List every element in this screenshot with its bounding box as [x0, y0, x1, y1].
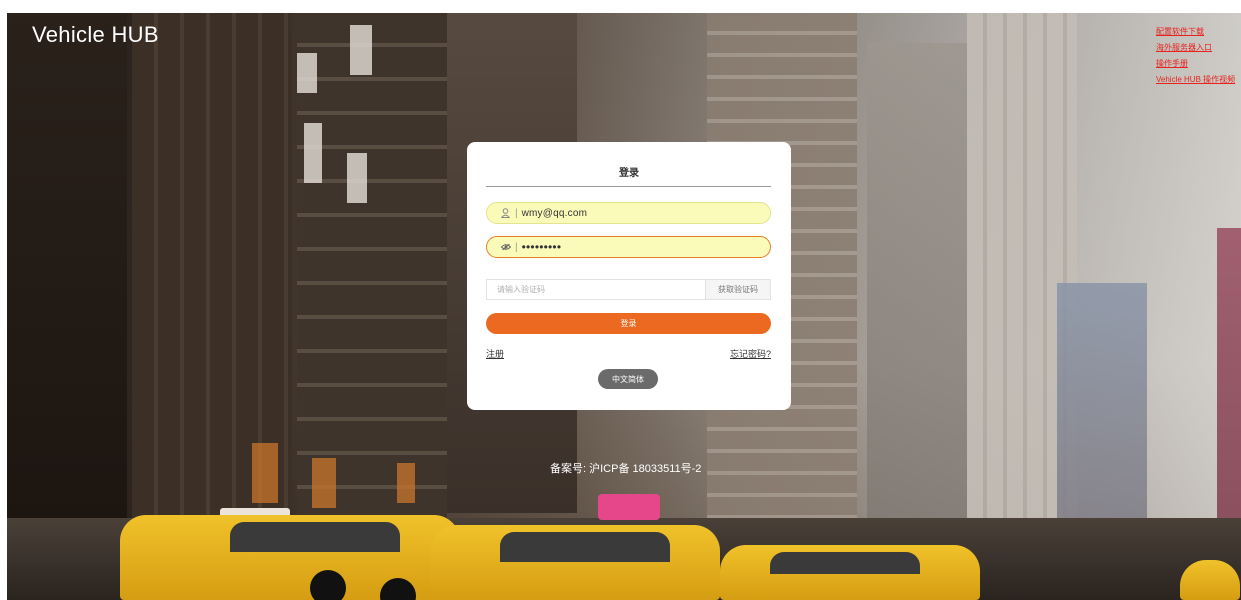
username-field[interactable]: | wmy@qq.com: [486, 202, 771, 224]
background-light: [397, 463, 415, 503]
background-window: [347, 153, 367, 203]
login-page: Vehicle HUB 配置软件下载 海外服务器入口 操作手册 Vehicle …: [0, 0, 1241, 600]
username-value: wmy@qq.com: [521, 207, 588, 219]
taxi-window: [770, 552, 920, 574]
user-icon: [501, 208, 513, 218]
brand-title: Vehicle HUB: [32, 22, 159, 47]
verification-code-row: 请输入验证码 获取验证码: [486, 279, 771, 300]
taxi-window: [230, 522, 400, 552]
background-building: [867, 43, 967, 533]
background-taxi: [1180, 560, 1240, 600]
link-overseas-server[interactable]: 海外服务器入口: [1156, 40, 1241, 56]
field-separator: |: [515, 241, 518, 253]
get-verification-code-button[interactable]: 获取验证码: [705, 279, 771, 300]
login-title: 登录: [619, 168, 639, 179]
login-card: 登录 | wmy@qq.com | ••••••••• 请输入验证码 获取验证码…: [467, 142, 791, 410]
password-field[interactable]: | •••••••••: [486, 236, 771, 258]
login-button[interactable]: 登录: [486, 313, 771, 334]
icp-record-text: 备案号: 沪ICP备 18033511号-2: [550, 463, 702, 475]
background-building: [297, 13, 447, 533]
language-switch-button[interactable]: 中文简体: [598, 369, 658, 389]
background-light: [312, 458, 336, 508]
background-window: [304, 123, 322, 183]
link-config-software-download[interactable]: 配置软件下载: [1156, 24, 1241, 40]
password-value: •••••••••: [521, 240, 562, 254]
taxi-wheel: [310, 570, 346, 600]
background-building: [1217, 228, 1241, 548]
background-building: [7, 13, 127, 533]
forgot-password-link[interactable]: 忘记密码?: [730, 347, 771, 360]
top-links: 配置软件下载 海外服务器入口 操作手册 Vehicle HUB 操作视频: [1156, 24, 1241, 88]
background-building: [1057, 283, 1147, 543]
taxi-window: [500, 532, 670, 562]
link-operation-manual[interactable]: 操作手册: [1156, 56, 1241, 72]
link-operation-video[interactable]: Vehicle HUB 操作视频: [1156, 72, 1241, 88]
field-separator: |: [515, 207, 518, 219]
background-window: [350, 25, 372, 75]
verification-code-input[interactable]: 请输入验证码: [486, 279, 705, 300]
title-divider: [486, 186, 771, 187]
background-window: [297, 53, 317, 93]
eye-icon[interactable]: [501, 243, 513, 251]
background-light: [252, 443, 278, 503]
register-link[interactable]: 注册: [486, 347, 504, 360]
taxi-roof-sign: [598, 494, 660, 520]
